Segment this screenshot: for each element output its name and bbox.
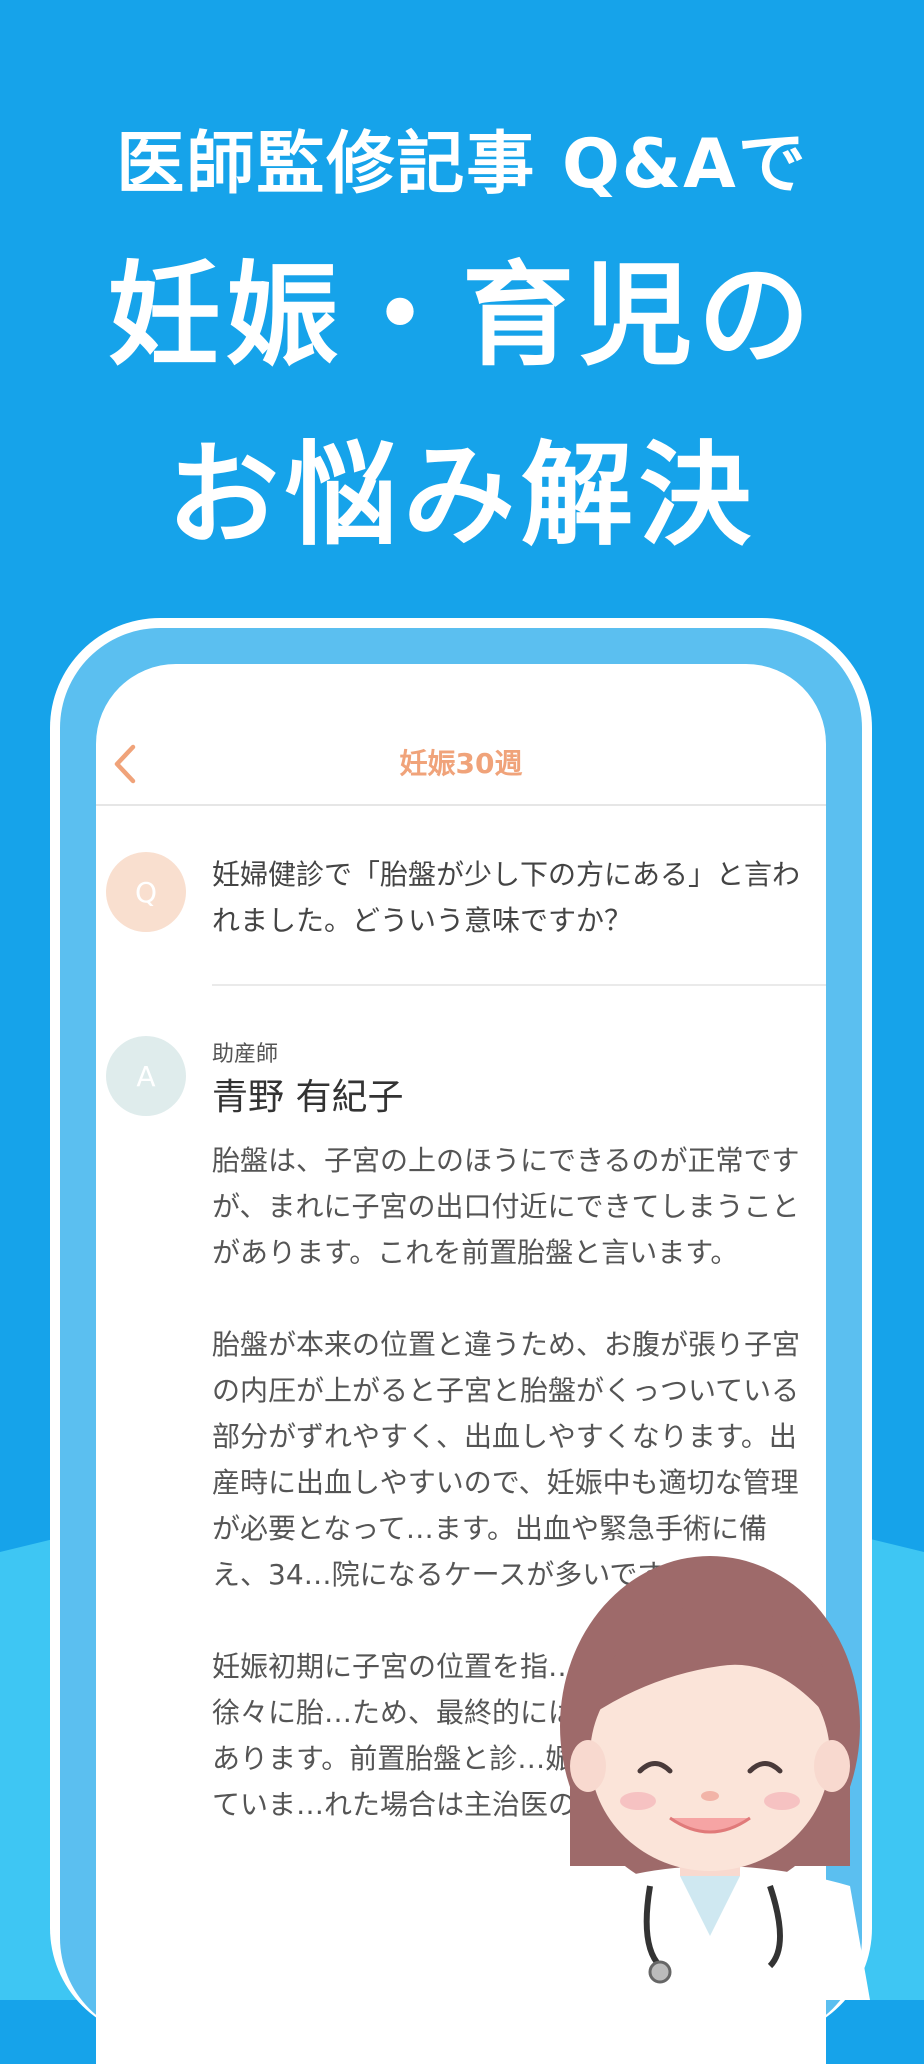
nav-bar: 妊娠30週 — [96, 664, 826, 806]
page-title: 妊娠30週 — [399, 747, 523, 780]
question-badge: Q — [106, 852, 186, 932]
answer-badge: A — [106, 1036, 186, 1116]
headline-sub: 医師監修記事 Q&Aで — [116, 125, 808, 204]
answerer-name: 青野 有紀子 — [212, 1077, 404, 1118]
divider — [212, 984, 826, 986]
answer-paragraph: 胎盤は、子宮の上のほうにできるのが正常ですが、まれに子宮の出口付近にできてしまう… — [212, 1144, 800, 1269]
question-text: 妊婦健診で「胎盤が少し下の方にある」と言われました。どういう意味ですか？ — [212, 858, 801, 937]
headline-main-line1: 妊娠・育児の — [108, 251, 816, 381]
answerer-role: 助産師 — [212, 1042, 279, 1067]
headline-main-line2: お悩み解決 — [167, 431, 757, 561]
doctor-character — [560, 1556, 870, 2000]
